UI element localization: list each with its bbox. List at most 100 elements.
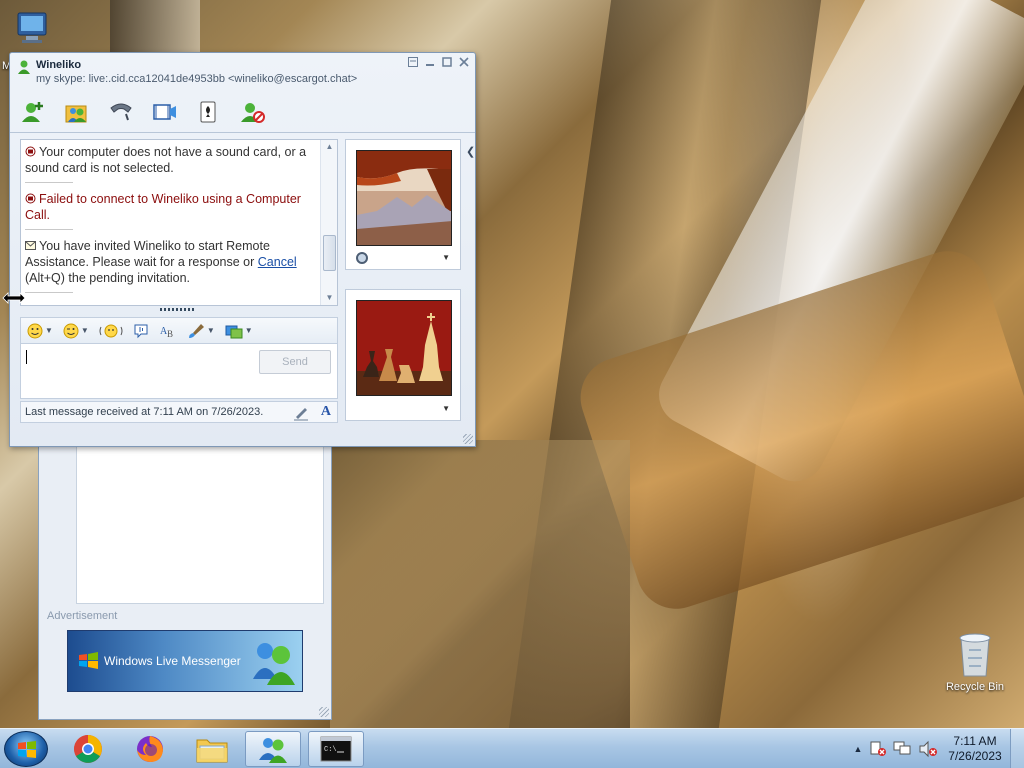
contact-subtitle: my skype: live:.cid.cca12041de4953bb <wi… (36, 73, 358, 85)
my-picture-panel: ▼ (345, 289, 461, 421)
chess-pieces-image (357, 301, 451, 395)
maximize-button[interactable] (439, 57, 454, 71)
resize-cursor-icon (2, 292, 26, 304)
taskbar-item-windows-live-messenger[interactable] (245, 731, 301, 767)
resize-grip[interactable] (319, 707, 329, 717)
scroll-up-arrow-icon[interactable]: ▲ (324, 142, 335, 152)
contact-display-picture[interactable] (356, 150, 452, 246)
smiley-icon (27, 323, 43, 338)
system-tray: ▲ 7:11 AM 7/26/2023 (848, 729, 1024, 768)
font-size-button[interactable]: A (321, 404, 331, 420)
games-button[interactable] (194, 99, 224, 125)
conversation-toolbar (18, 97, 268, 127)
pane-splitter[interactable] (160, 308, 194, 311)
video-button[interactable] (150, 99, 180, 125)
clock-time: 7:11 AM (953, 734, 997, 748)
nudge-icon (99, 324, 123, 337)
invite-contact-icon (22, 102, 43, 122)
block-contact-icon (241, 103, 265, 123)
voice-clip-icon (134, 324, 148, 338)
resize-grip[interactable] (463, 434, 473, 444)
chevron-down-icon: ▼ (80, 326, 89, 335)
text-caret (26, 350, 27, 364)
title-bar[interactable]: Wineliko my skype: live:.cid.cca12041de4… (10, 53, 475, 93)
action-center-icon[interactable] (868, 740, 888, 758)
chevron-down-icon: ▼ (45, 326, 53, 335)
font-icon: AB (160, 326, 173, 339)
toolbar-divider (10, 132, 475, 133)
clock[interactable]: 7:11 AM 7/26/2023 (940, 734, 1010, 764)
voice-clip-button[interactable] (133, 323, 149, 339)
call-button[interactable] (106, 99, 136, 125)
chevron-down-icon[interactable]: ▼ (442, 253, 450, 262)
collapse-pictures-icon[interactable]: ❮ (466, 145, 475, 158)
handwriting-icon[interactable] (293, 405, 309, 421)
video-icon (153, 104, 176, 120)
contact-list-area[interactable] (76, 444, 324, 604)
message-separator (25, 292, 73, 293)
window-menu-icon (407, 57, 418, 67)
speaker-icon (25, 146, 36, 157)
wink-icon (63, 323, 79, 338)
scroll-down-arrow-icon[interactable]: ▼ (324, 293, 335, 303)
taskbar-item-firefox[interactable] (122, 731, 178, 767)
advertisement-label: Advertisement (47, 610, 118, 622)
desktop-icon-recycle-bin[interactable]: Recycle Bin (940, 630, 1010, 693)
window-menu-button[interactable] (405, 57, 420, 71)
show-desktop-button[interactable] (1010, 729, 1024, 768)
windows-logo-icon (79, 652, 98, 669)
block-button[interactable] (238, 99, 268, 125)
show-hidden-icons-icon[interactable]: ▲ (848, 744, 868, 754)
minimize-button[interactable] (422, 57, 437, 71)
envelope-icon (25, 241, 36, 250)
minimize-icon (425, 64, 434, 66)
wallpaper-shape (330, 440, 630, 728)
webcam-icon[interactable] (356, 252, 368, 264)
status-bar: Last message received at 7:11 AM on 7/26… (20, 401, 338, 423)
advertisement-banner[interactable]: Windows Live Messenger (67, 630, 303, 692)
chevron-down-icon: ▼ (244, 326, 253, 335)
share-folders-icon (65, 105, 87, 123)
emoticon-button[interactable]: ▼ (27, 323, 53, 339)
chevron-down-icon[interactable]: ▼ (442, 404, 450, 413)
last-message-status: Last message received at 7:11 AM on 7/26… (25, 406, 264, 418)
network-icon[interactable] (892, 740, 914, 758)
arch-landscape-image (357, 151, 451, 245)
taskbar-item-file-explorer[interactable] (184, 731, 240, 767)
message-text: Your computer does not have a sound card… (25, 145, 307, 175)
desktop-icon-computer[interactable]: M (2, 10, 52, 72)
share-folders-button[interactable] (62, 99, 92, 125)
background-button[interactable]: ▼ (187, 323, 215, 339)
message-item: Your computer does not have a sound card… (25, 144, 319, 176)
messenger-buddies-icon (252, 643, 295, 685)
winks-button[interactable]: ▼ (63, 323, 89, 339)
firefox-icon (137, 736, 163, 762)
cancel-invitation-link[interactable]: Cancel (258, 255, 297, 269)
font-button[interactable]: AB (159, 323, 177, 339)
windows-logo-icon (18, 741, 36, 758)
invite-contact-button[interactable] (18, 99, 48, 125)
scroll-thumb[interactable] (323, 235, 336, 271)
format-toolbar: ▼ ▼ AB ▼ ▼ (20, 317, 338, 343)
message-scrollbar[interactable]: ▲ ▼ (320, 140, 337, 305)
close-icon (458, 57, 469, 67)
activities-icon (225, 325, 243, 338)
send-button[interactable]: Send (259, 350, 331, 374)
taskbar-item-chrome[interactable] (60, 731, 116, 767)
close-button[interactable] (456, 57, 471, 71)
message-item: You have invited Wineliko to start Remot… (25, 238, 319, 286)
svg-text:C:\: C:\ (324, 746, 337, 754)
message-input[interactable]: Send (20, 343, 338, 399)
chevron-down-icon: ▼ (206, 326, 215, 335)
messenger-buddies-icon (259, 738, 287, 763)
volume-muted-icon[interactable] (918, 740, 940, 758)
message-text: You have invited Wineliko to start Remot… (25, 239, 270, 269)
message-history[interactable]: Your computer does not have a sound card… (20, 139, 338, 306)
activities-button[interactable]: ▼ (225, 323, 253, 339)
nudge-button[interactable] (99, 323, 123, 339)
games-icon (200, 101, 216, 123)
start-button[interactable] (4, 731, 48, 767)
advertisement-banner-text: Windows Live Messenger (104, 654, 241, 668)
taskbar-item-command-prompt[interactable]: C:\ (308, 731, 364, 767)
my-display-picture[interactable] (356, 300, 452, 396)
